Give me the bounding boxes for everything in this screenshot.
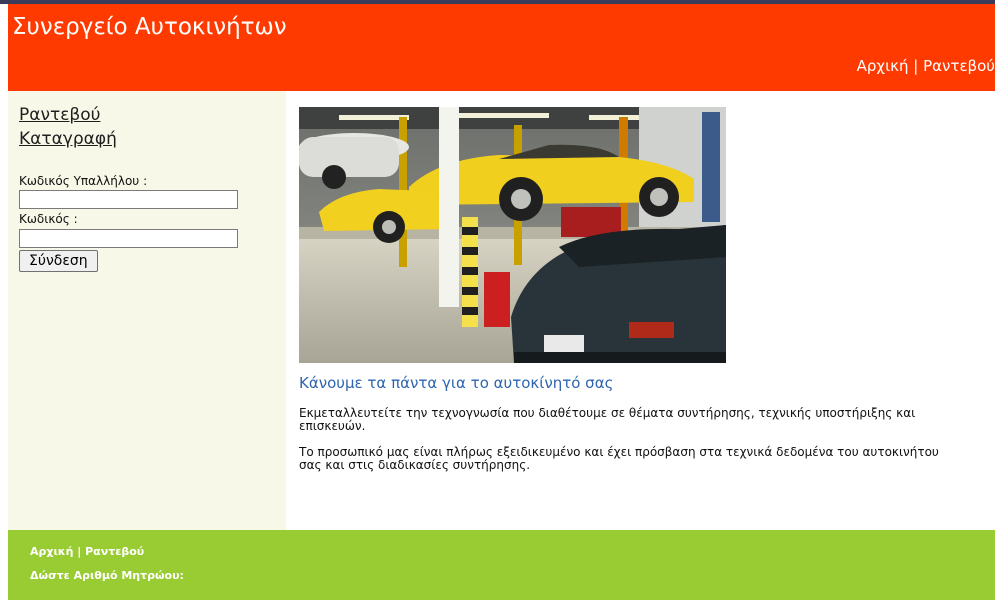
- main-headline: Κάνουμε τα πάντα για το αυτοκίνητό σας: [299, 374, 614, 392]
- login-button[interactable]: Σύνδεση: [19, 250, 98, 272]
- footer-link-home[interactable]: Αρχική: [30, 545, 73, 558]
- password-input[interactable]: [19, 229, 238, 248]
- footer-nav: Αρχική | Ραντεβού: [30, 545, 144, 558]
- site-title: Συνεργείο Αυτοκινήτων: [12, 14, 287, 40]
- nav-link-appointments[interactable]: Ραντεβού: [923, 57, 995, 75]
- garage-photo: [299, 107, 726, 363]
- footer-nav-separator: |: [73, 545, 86, 558]
- site-footer: Αρχική | Ραντεβού Δώστε Αριθμό Μητρώου:: [8, 530, 995, 600]
- sidebar-link-register[interactable]: Καταγραφή: [19, 129, 117, 149]
- intro-paragraph-2: Το προσωπικό μας είναι πλήρως εξειδικευμ…: [299, 445, 939, 472]
- nav-link-home[interactable]: Αρχική: [857, 57, 909, 75]
- footer-link-appointments[interactable]: Ραντεβού: [85, 545, 144, 558]
- intro-paragraph-1: Εκμεταλλευτείτε την τεχνογνωσία που διαθ…: [299, 406, 916, 433]
- registration-number-label: Δώστε Αριθμό Μητρώου:: [30, 569, 184, 582]
- sidebar-link-appointments[interactable]: Ραντεβού: [19, 105, 100, 125]
- nav-separator: |: [908, 57, 924, 75]
- sidebar: Ραντεβού Καταγραφή Κωδικός Υπαλλήλου : Κ…: [8, 91, 286, 530]
- employee-code-label: Κωδικός Υπαλλήλου :: [19, 174, 148, 188]
- password-label: Κωδικός :: [19, 212, 78, 226]
- employee-code-input[interactable]: [19, 190, 238, 209]
- site-header: Συνεργείο Αυτοκινήτων Αρχική | Ραντεβού: [8, 4, 995, 91]
- top-nav: Αρχική | Ραντεβού: [857, 57, 995, 75]
